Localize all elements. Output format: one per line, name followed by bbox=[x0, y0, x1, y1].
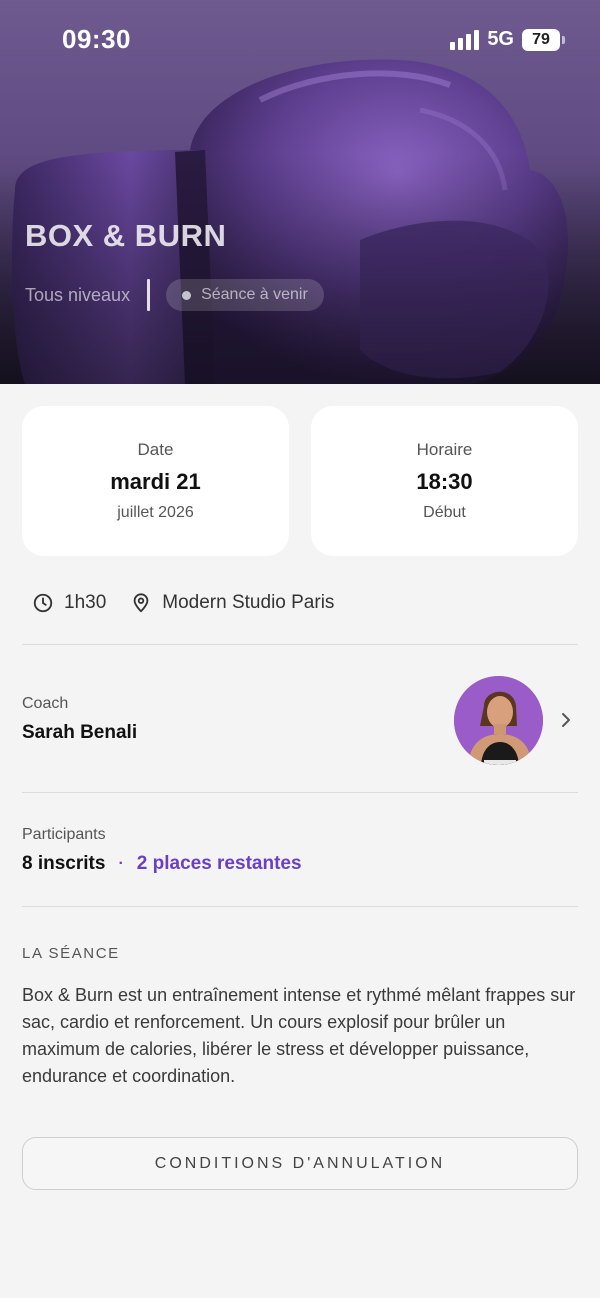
status-dot-icon bbox=[182, 290, 192, 300]
duration-text: 1h30 bbox=[64, 592, 107, 613]
hero-banner: 09:30 5G 79 BOX & BURN Tous niveaux Séan… bbox=[0, 0, 600, 384]
divider bbox=[147, 279, 151, 311]
location-text[interactable]: Modern Studio Paris bbox=[162, 592, 334, 614]
date-card: Date mardi 21 juillet 2026 bbox=[22, 406, 289, 556]
time-value: 18:30 bbox=[416, 469, 473, 494]
location-pin-icon bbox=[133, 593, 149, 613]
participants-label: Participants bbox=[22, 826, 106, 843]
status-badge: Séance à venir bbox=[166, 279, 324, 311]
coach-label: Coach bbox=[22, 695, 69, 712]
participants-summary: 8 inscrits · 2 places restantes bbox=[22, 853, 302, 875]
coach-avatar[interactable] bbox=[454, 676, 543, 765]
session-section-title: LA SÉANCE bbox=[22, 945, 120, 962]
session-description: Box & Burn est un entraînement intense e… bbox=[22, 985, 576, 1086]
status-time: 09:30 bbox=[62, 24, 131, 54]
time-label: Horaire bbox=[416, 440, 473, 459]
time-card: Horaire 18:30 Début bbox=[311, 406, 578, 556]
divider bbox=[22, 644, 578, 645]
status-badge-label: Séance à venir bbox=[201, 286, 308, 303]
battery-icon: 79 bbox=[522, 28, 565, 51]
chevron-right-icon[interactable] bbox=[558, 710, 574, 730]
participants-count: 8 inscrits bbox=[22, 853, 106, 874]
status-bar: 09:30 5G 79 bbox=[0, 0, 600, 80]
time-sub: Début bbox=[423, 504, 466, 521]
divider bbox=[22, 792, 578, 793]
network-type: 5G bbox=[487, 28, 514, 50]
cancellation-conditions-button[interactable]: CONDITIONS D'ANNULATION bbox=[22, 1137, 578, 1190]
divider bbox=[22, 906, 578, 907]
date-sub: juillet 2026 bbox=[117, 504, 194, 521]
date-value: mardi 21 bbox=[110, 469, 201, 494]
date-label: Date bbox=[137, 440, 174, 459]
session-details: 1h30 Modern Studio Paris bbox=[32, 590, 334, 616]
class-title: BOX & BURN bbox=[25, 218, 227, 253]
separator-dot: · bbox=[118, 855, 124, 872]
level-label: Tous niveaux bbox=[25, 284, 131, 305]
clock-icon bbox=[33, 593, 53, 613]
coach-name[interactable]: Sarah Benali bbox=[22, 722, 137, 744]
remaining-places: 2 places restantes bbox=[136, 853, 302, 874]
signal-icon bbox=[450, 29, 480, 50]
